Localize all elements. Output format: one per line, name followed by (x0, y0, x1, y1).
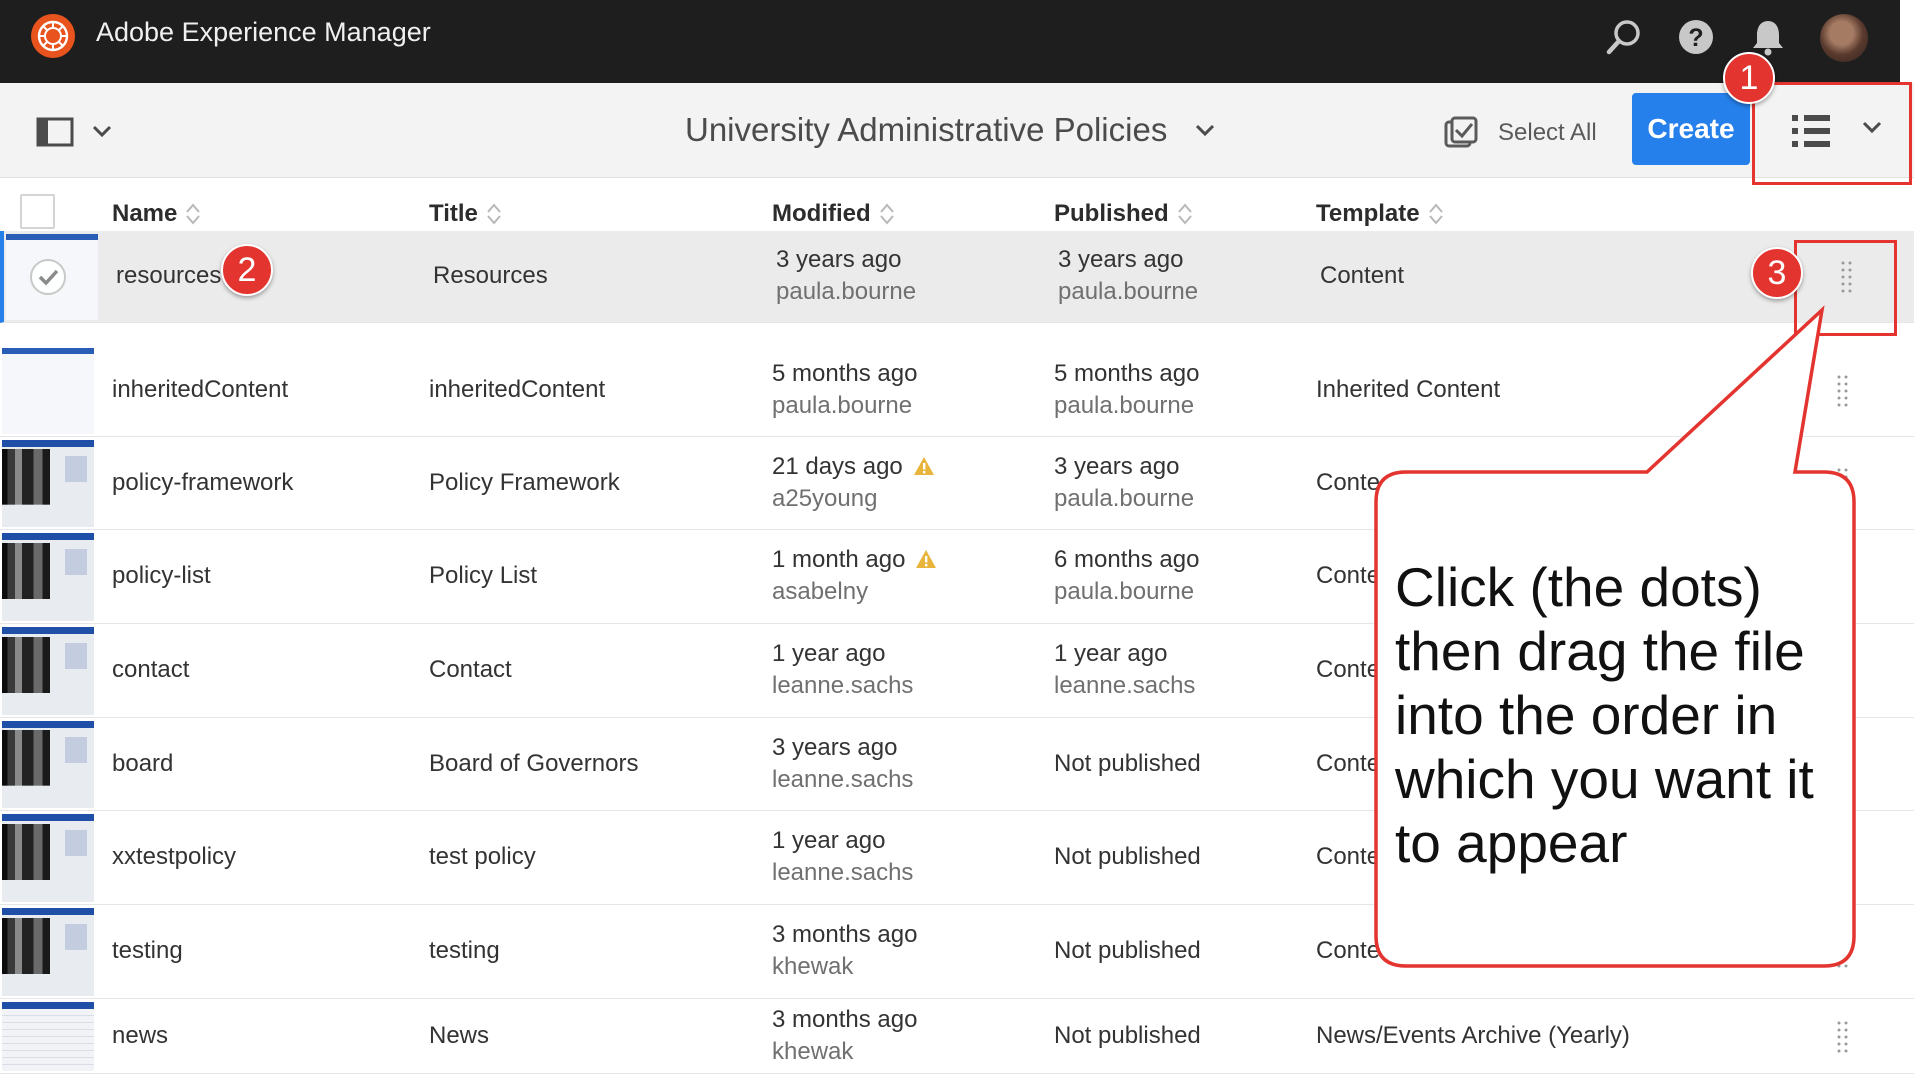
annotation-marker-1: 1 (1723, 52, 1775, 104)
callout-text: Click (the dots) then drag the file into… (1395, 556, 1814, 874)
callout-bubble (1374, 305, 1856, 968)
annotation-marker-3: 3 (1751, 247, 1803, 299)
annotation-marker-2: 2 (221, 244, 273, 296)
